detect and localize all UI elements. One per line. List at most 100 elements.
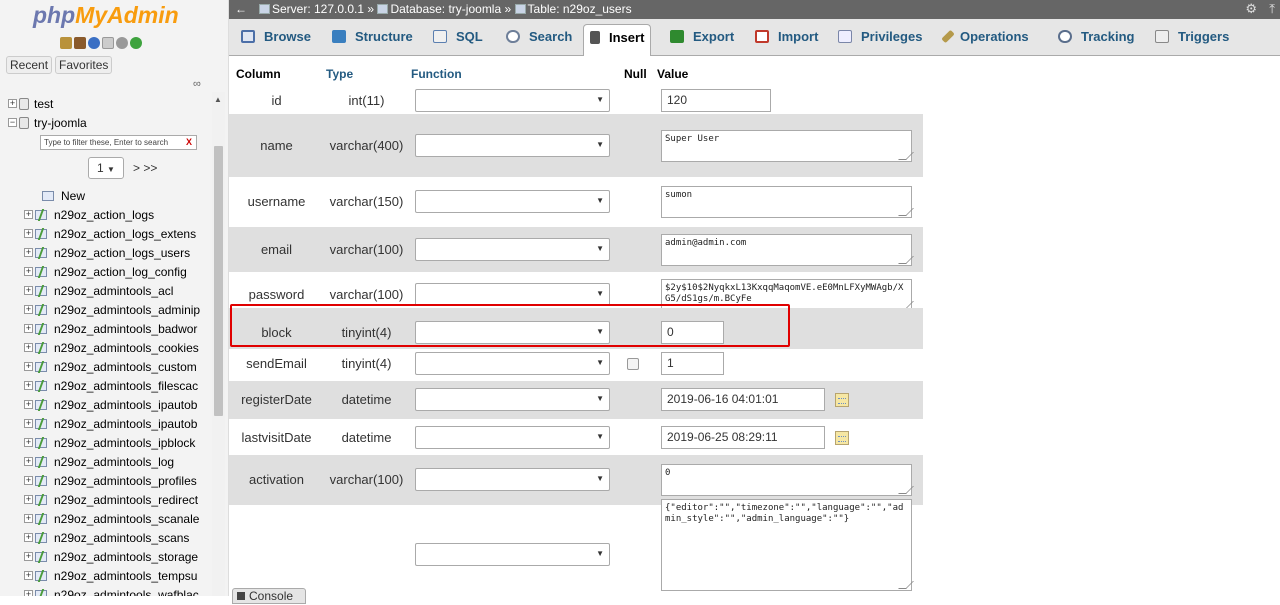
tab-privileges[interactable]: Privileges (838, 24, 922, 56)
tab-structure[interactable]: Structure (332, 24, 413, 56)
nav-table-item[interactable]: + n29oz_admintools_acl (24, 281, 173, 300)
breadcrumb-server[interactable]: Server: 127.0.0.1 (272, 2, 364, 16)
favorites-button[interactable]: Favorites (55, 56, 113, 74)
expand-icon[interactable]: + (24, 419, 33, 428)
help-icon[interactable] (88, 37, 100, 49)
breadcrumb-database[interactable]: Database: try-joomla (390, 2, 501, 16)
home-icon[interactable] (60, 37, 72, 49)
expand-icon[interactable]: + (24, 343, 33, 352)
tab-triggers[interactable]: Triggers (1155, 24, 1229, 56)
nav-table-item[interactable]: + n29oz_admintools_profiles (24, 471, 197, 490)
function-select[interactable] (415, 352, 610, 375)
link-chain-icon[interactable]: ∞ (193, 78, 201, 90)
tab-export[interactable]: Export (670, 24, 734, 56)
expand-icon[interactable]: + (24, 362, 33, 371)
nav-table-item[interactable]: + n29oz_admintools_cookies (24, 338, 199, 357)
nav-table-item[interactable]: + n29oz_action_logs_extens (24, 224, 196, 243)
breadcrumb-table[interactable]: Table: n29oz_users (528, 2, 632, 16)
page-next-links[interactable]: > >> (133, 161, 157, 175)
recent-button[interactable]: Recent (6, 56, 53, 74)
expand-icon[interactable]: + (24, 476, 33, 485)
function-select[interactable] (415, 190, 610, 213)
value-input[interactable]: 120 (661, 89, 771, 112)
function-select[interactable] (415, 388, 610, 411)
value-input[interactable]: 2019-06-25 08:29:11 (661, 426, 825, 449)
value-input[interactable]: 1 (661, 352, 724, 375)
tab-insert[interactable]: Insert (583, 24, 652, 56)
expand-icon[interactable]: + (24, 533, 33, 542)
expand-icon[interactable]: + (24, 381, 33, 390)
expand-icon[interactable]: + (8, 99, 17, 108)
tree-new-table[interactable]: New (42, 186, 85, 205)
nav-table-item[interactable]: + n29oz_admintools_filescac (24, 376, 198, 395)
nav-table-item[interactable]: + n29oz_admintools_log (24, 452, 174, 471)
tab-operations[interactable]: Operations (941, 24, 1029, 56)
tab-browse[interactable]: Browse (241, 24, 311, 56)
nav-table-item[interactable]: + n29oz_action_log_config (24, 262, 187, 281)
function-select[interactable] (415, 468, 610, 491)
back-arrow-icon[interactable]: ← (235, 2, 247, 16)
expand-icon[interactable]: + (24, 590, 33, 596)
tree-db-test[interactable]: + test (8, 94, 53, 113)
nav-table-item[interactable]: + n29oz_admintools_scans (24, 528, 189, 547)
nav-table-item[interactable]: + n29oz_admintools_ipautob (24, 395, 197, 414)
value-textarea[interactable]: admin@admin.com (661, 234, 912, 266)
nav-table-item[interactable]: + n29oz_action_logs (24, 205, 154, 224)
nav-table-item[interactable]: + n29oz_admintools_custom (24, 357, 197, 376)
tree-db-try-joomla[interactable]: − try-joomla (8, 113, 87, 132)
value-textarea[interactable]: 0 (661, 464, 912, 496)
value-input[interactable]: 2019-06-16 04:01:01 (661, 388, 825, 411)
tab-import[interactable]: Import (755, 24, 818, 56)
nav-table-item[interactable]: + n29oz_admintools_tempsu (24, 566, 197, 585)
expand-icon[interactable]: + (24, 438, 33, 447)
function-select[interactable] (415, 426, 610, 449)
function-select[interactable] (415, 283, 610, 306)
table-filter-input[interactable]: Type to filter these, Enter to search X (40, 135, 197, 150)
tab-sql[interactable]: SQL (433, 24, 483, 56)
nav-table-item[interactable]: + n29oz_admintools_wafblac (24, 585, 199, 596)
expand-icon[interactable]: + (24, 400, 33, 409)
expand-icon[interactable]: + (24, 571, 33, 580)
expand-icon[interactable]: + (24, 552, 33, 561)
scroll-up-icon[interactable]: ▲ (214, 95, 222, 104)
calendar-icon[interactable] (835, 393, 849, 407)
value-textarea[interactable]: Super User (661, 130, 912, 162)
expand-icon[interactable]: + (24, 495, 33, 504)
expand-icon[interactable]: + (24, 457, 33, 466)
null-checkbox[interactable] (627, 358, 639, 370)
settings-gear-icon[interactable] (116, 37, 128, 49)
nav-table-item[interactable]: + n29oz_admintools_redirect (24, 490, 198, 509)
settings-gear-icon[interactable]: ⚙ (1245, 1, 1257, 17)
function-select[interactable] (415, 89, 610, 112)
expand-icon[interactable]: + (24, 324, 33, 333)
function-select[interactable] (415, 134, 610, 157)
expand-icon[interactable]: + (24, 267, 33, 276)
nav-table-item[interactable]: + n29oz_admintools_storage (24, 547, 198, 566)
expand-icon[interactable]: + (24, 305, 33, 314)
nav-table-item[interactable]: + n29oz_admintools_badwor (24, 319, 197, 338)
expand-icon[interactable]: + (24, 210, 33, 219)
nav-table-item[interactable]: + n29oz_action_logs_users (24, 243, 190, 262)
tab-search[interactable]: Search (506, 24, 572, 56)
collapse-icon[interactable]: − (8, 118, 17, 127)
nav-table-item[interactable]: + n29oz_admintools_adminip (24, 300, 200, 319)
logout-icon[interactable] (74, 37, 86, 49)
collapse-icon[interactable]: ⤒ (1269, 1, 1275, 17)
expand-icon[interactable]: + (24, 286, 33, 295)
nav-table-item[interactable]: + n29oz_admintools_ipautob (24, 414, 197, 433)
page-select[interactable]: 1 ▼ (88, 157, 124, 179)
documentation-icon[interactable] (102, 37, 114, 49)
function-select[interactable] (415, 543, 610, 566)
tab-tracking[interactable]: Tracking (1058, 24, 1134, 56)
calendar-icon[interactable] (835, 431, 849, 445)
phpmyadmin-logo[interactable]: phpMyAdmin (33, 1, 179, 29)
nav-table-item[interactable]: + n29oz_admintools_ipblock (24, 433, 195, 452)
nav-scrollbar[interactable]: ▲ (212, 92, 225, 596)
header-type[interactable]: Type (326, 63, 353, 85)
filter-clear-button[interactable]: X (186, 136, 192, 149)
scrollbar-thumb[interactable] (214, 146, 223, 416)
function-select[interactable] (415, 238, 610, 261)
console-toggle[interactable]: Console (232, 588, 306, 604)
reload-icon[interactable] (130, 37, 142, 49)
expand-icon[interactable]: + (24, 514, 33, 523)
